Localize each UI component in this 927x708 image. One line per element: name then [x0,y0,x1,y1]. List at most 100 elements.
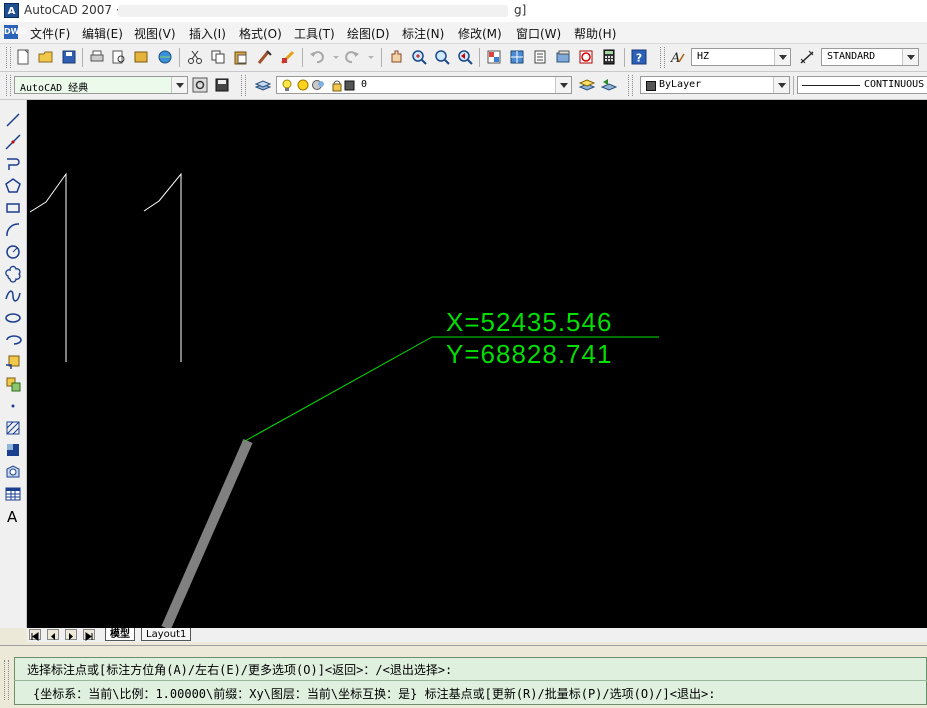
tool-palettes-icon[interactable] [531,48,549,66]
block-editor-icon[interactable] [279,48,297,66]
revision-cloud-icon[interactable] [4,265,22,283]
pan-icon[interactable] [387,48,405,66]
menu-dimension[interactable]: 标注(N) [402,25,444,42]
undo-icon[interactable] [308,48,326,66]
toolbar-grip[interactable] [6,75,11,96]
chevron-down-icon[interactable] [555,77,571,93]
menu-view[interactable]: 视图(V) [134,25,176,42]
chevron-down-icon[interactable] [773,77,789,93]
menu-help[interactable]: 帮助(H) [574,25,616,42]
ellipse-arc-icon[interactable] [4,331,22,349]
chevron-down-icon[interactable] [171,77,187,93]
construction-line-icon[interactable] [4,133,22,151]
command-history[interactable]: 选择标注点或[标注方位角(A)/左右(E)/更多选项(O)]<返回>：/<退出选… [14,657,927,705]
design-center-icon[interactable] [508,48,526,66]
dimension-style-select[interactable]: STANDARD [821,48,919,66]
make-layer-current-icon[interactable] [578,76,596,94]
save-workspace-icon[interactable] [213,76,231,94]
last-tab-icon[interactable] [83,629,95,641]
prev-tab-icon[interactable] [47,629,59,640]
zoom-realtime-icon[interactable] [410,48,428,66]
layer-viewport-icon[interactable] [312,80,325,90]
text-style-icon[interactable]: A [668,48,686,66]
save-icon[interactable] [60,48,78,66]
svg-text:?: ? [636,52,642,65]
first-tab-icon[interactable] [29,629,41,641]
layer-on-icon[interactable] [282,79,292,91]
publish-icon[interactable] [132,48,150,66]
region-icon[interactable] [4,463,22,481]
menu-window[interactable]: 窗口(W) [516,25,561,42]
next-tab-icon[interactable] [65,629,77,640]
command-grip[interactable] [4,660,9,700]
menu-format[interactable]: 格式(O) [239,25,282,42]
polyline-icon[interactable] [4,155,22,173]
match-properties-icon[interactable] [256,48,274,66]
workspace-settings-icon[interactable] [191,76,209,94]
properties-icon[interactable] [485,48,503,66]
autocad-logo-icon: A [4,3,19,18]
workspace-select[interactable]: AutoCAD 经典 [14,76,188,94]
layer-properties-icon[interactable] [254,76,272,94]
tab-model[interactable]: 模型 [105,628,135,641]
line-icon[interactable] [4,111,22,129]
color-select[interactable]: ByLayer [640,76,790,94]
paste-icon[interactable] [232,48,250,66]
layer-lock-icon[interactable] [332,80,342,92]
sheet-set-icon[interactable] [554,48,572,66]
rectangle-icon[interactable] [4,199,22,217]
linetype-select[interactable]: CONTINUOUS [797,76,927,94]
menu-modify[interactable]: 修改(M) [458,25,502,42]
layer-previous-icon[interactable] [600,76,618,94]
tab-layout1[interactable]: Layout1 [141,628,192,641]
spline-icon[interactable] [4,287,22,305]
layer-select[interactable]: 0 [276,76,572,94]
command-divider [14,680,927,681]
help-icon[interactable]: ? [630,48,648,66]
toolbar-grip[interactable] [6,47,11,68]
cut-icon[interactable] [186,48,204,66]
calculator-icon[interactable] [600,48,618,66]
polygon-icon[interactable] [4,177,22,195]
chevron-down-icon[interactable] [902,49,918,65]
print-preview-icon[interactable] [110,48,128,66]
chevron-down-icon[interactable] [774,49,790,65]
coordinate-x-label: X=52435.546 [446,307,612,337]
toolbar-grip[interactable] [241,75,246,96]
document-icon[interactable]: DWG [4,25,26,39]
zoom-previous-icon[interactable] [456,48,474,66]
redo-icon[interactable] [343,48,361,66]
publish-web-icon[interactable] [156,48,174,66]
markup-set-icon[interactable] [577,48,595,66]
toolbar-grip[interactable] [660,47,665,68]
menu-file[interactable]: 文件(F) [30,25,70,42]
gradient-icon[interactable] [4,441,22,459]
zoom-window-icon[interactable] [433,48,451,66]
menu-insert[interactable]: 插入(I) [189,25,226,42]
table-icon[interactable] [4,485,22,503]
circle-icon[interactable] [4,243,22,261]
menu-edit[interactable]: 编辑(E) [82,25,123,42]
hatch-icon[interactable] [4,419,22,437]
open-file-icon[interactable] [37,48,55,66]
layout-tab-bar: 模型 Layout1 [27,628,927,642]
arc-icon[interactable] [4,221,22,239]
menu-tools[interactable]: 工具(T) [294,25,335,42]
copy-icon[interactable] [209,48,227,66]
multiline-text-icon[interactable]: A [4,507,22,526]
print-icon[interactable] [88,48,106,66]
new-file-icon[interactable] [14,48,32,66]
ellipse-icon[interactable] [4,309,22,327]
point-icon[interactable] [4,397,22,415]
layer-thaw-icon[interactable] [297,79,309,91]
drawing-svg[interactable]: X=52435.546 Y=68828.741 [27,100,927,628]
command-line-1: 选择标注点或[标注方位角(A)/左右(E)/更多选项(O)]<返回>：/<退出选… [27,663,453,677]
insert-block-icon[interactable] [4,353,22,371]
text-style-select[interactable]: HZ [691,48,791,66]
menu-draw[interactable]: 绘图(D) [347,25,390,42]
make-block-icon[interactable] [4,375,22,393]
dimension-style-icon[interactable] [798,48,816,66]
redo-dropdown-icon[interactable] [362,48,380,66]
drawing-canvas[interactable]: X=52435.546 Y=68828.741 [27,100,927,628]
toolbar-grip[interactable] [628,75,633,96]
